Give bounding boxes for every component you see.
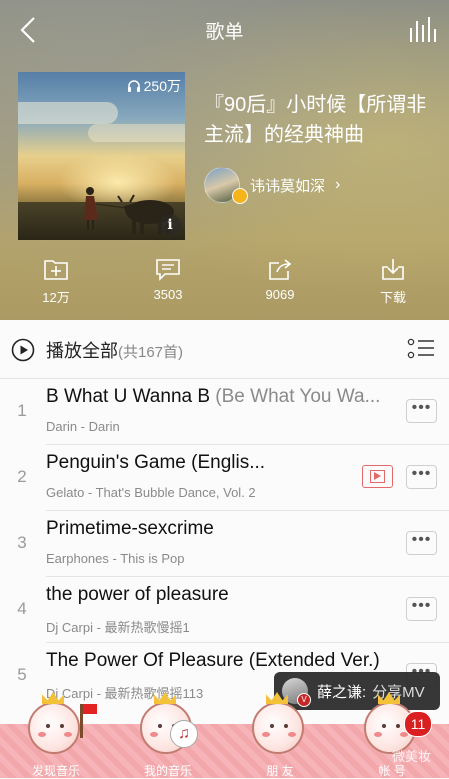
creator-name: 讳讳莫如深 — [250, 177, 326, 195]
play-all-text: 播放全部 — [46, 341, 118, 361]
mascot-eye — [284, 724, 288, 728]
headphones-icon — [127, 80, 140, 92]
comment-icon — [156, 259, 180, 281]
song-title-text: the power of pleasure — [46, 584, 229, 605]
mascot-eye — [270, 724, 274, 728]
cover-cloud — [88, 124, 185, 142]
tab-discover-music[interactable]: 发现音乐 — [0, 692, 112, 778]
tab-label: 发现音乐 — [31, 764, 80, 778]
mascot-blush — [150, 732, 158, 737]
multi-select-icon[interactable] — [407, 338, 435, 360]
watermark: 微美妆 — [392, 749, 432, 764]
song-title: Penguin's Game (Englis... — [46, 452, 356, 474]
more-options-button[interactable]: ••• — [406, 531, 437, 555]
song-row[interactable]: 1 B What U Wanna B (Be What You Wa... Da… — [0, 379, 449, 445]
share-count: 9069 — [265, 287, 295, 302]
tab-label: 我的音乐 — [143, 764, 192, 778]
mascot-eye — [46, 724, 50, 728]
download-button[interactable]: 下载 — [353, 257, 433, 306]
mascot-icon — [28, 692, 80, 754]
tab-friends[interactable]: 朋 友 — [224, 692, 336, 778]
playlist-header: 歌单 250万 i 『90后』小时候【所谓非主流】的经典神曲 讳讳莫如深 › 1… — [0, 0, 449, 320]
creator-link[interactable]: 讳讳莫如深 › — [204, 167, 340, 203]
download-label: 下载 — [379, 290, 406, 305]
comment-button[interactable]: 3503 — [128, 257, 208, 302]
info-icon[interactable]: i — [159, 214, 181, 236]
song-title: The Power Of Pleasure (Extended Ver.) — [46, 650, 401, 672]
mascot-icon — [252, 692, 304, 754]
mascot-eye — [396, 724, 400, 728]
notification-badge: 11 — [404, 711, 432, 737]
comment-count: 3503 — [153, 287, 183, 302]
song-title-text: B What U Wanna B — [46, 386, 211, 407]
song-row[interactable]: 4 the power of pleasure Dj Carpi - 最新热歌慢… — [0, 577, 449, 643]
add-folder-icon — [44, 260, 68, 280]
mascot-eye — [60, 724, 64, 728]
playlist-cover[interactable]: 250万 i — [18, 72, 185, 240]
download-icon — [382, 259, 404, 280]
song-index: 4 — [17, 599, 27, 618]
vip-badge-icon — [232, 188, 248, 204]
play-all-button[interactable]: 播放全部(共167首) — [0, 320, 449, 379]
song-index: 3 — [17, 533, 27, 552]
mascot-eye — [158, 724, 162, 728]
more-options-button[interactable]: ••• — [406, 465, 437, 489]
mv-button[interactable] — [362, 465, 393, 488]
song-artist-album: Dj Carpi - 最新热歌慢摇113 — [46, 686, 204, 701]
song-title-text: Primetime-sexcrime — [46, 518, 214, 539]
mascot-blush — [64, 732, 72, 737]
action-bar: 12万 3503 9069 下载 — [0, 257, 449, 317]
more-options-button[interactable]: ••• — [406, 399, 437, 423]
share-notification[interactable]: V 薛之谦: 分享MV — [274, 672, 440, 710]
tab-label: 朋 友 — [266, 764, 294, 778]
favorite-count: 12万 — [42, 290, 70, 305]
tab-my-music[interactable]: ♫ 我的音乐 — [112, 692, 224, 778]
song-title: Primetime-sexcrime — [46, 518, 401, 540]
playlist-name[interactable]: 『90后』小时候【所谓非主流】的经典神曲 — [204, 90, 434, 150]
song-title-text: Penguin's Game (Englis... — [46, 452, 266, 473]
favorite-button[interactable]: 12万 — [16, 257, 96, 306]
song-artist-album: Gelato - That's Bubble Dance, Vol. 2 — [46, 485, 256, 500]
play-icon — [374, 472, 381, 480]
flag-icon — [80, 704, 97, 738]
song-artist-album: Dj Carpi - 最新热歌慢摇1 — [46, 620, 190, 635]
more-options-button[interactable]: ••• — [406, 597, 437, 621]
equalizer-icon — [410, 17, 436, 42]
song-row[interactable]: 2 Penguin's Game (Englis... Gelato - Tha… — [0, 445, 449, 511]
chevron-right-icon: › — [335, 176, 341, 193]
song-index: 5 — [17, 665, 27, 684]
play-circle-icon — [11, 338, 35, 362]
play-all-label: 播放全部(共167首) — [46, 337, 183, 363]
song-index: 2 — [17, 467, 27, 486]
song-title-text: The Power Of Pleasure (Extended Ver.) — [46, 650, 380, 671]
share-button[interactable]: 9069 — [240, 257, 320, 302]
song-title: the power of pleasure — [46, 584, 401, 606]
bottom-tab-bar: 发现音乐 ♫ 我的音乐 朋 友 帐 号 — [0, 692, 449, 778]
mascot-blush — [374, 732, 382, 737]
mascot-blush — [288, 732, 296, 737]
song-alias: (Be What You Wa... — [210, 386, 381, 407]
top-bar: 歌单 — [0, 0, 449, 60]
cover-cloud — [18, 102, 118, 124]
song-artist-album: Earphones - This is Pop — [46, 551, 185, 566]
share-icon — [269, 259, 292, 280]
song-index: 1 — [17, 401, 27, 420]
mascot-eye — [382, 724, 386, 728]
now-playing-button[interactable] — [407, 14, 437, 44]
mascot-blush — [38, 732, 46, 737]
play-count: 250万 — [127, 76, 181, 96]
song-count: (共167首) — [118, 344, 184, 361]
song-row[interactable]: 3 Primetime-sexcrime Earphones - This is… — [0, 511, 449, 577]
page-title: 歌单 — [205, 22, 244, 43]
notification-user: 薛之谦: — [317, 683, 367, 701]
music-note-icon: ♫ — [170, 720, 198, 748]
song-title: B What U Wanna B (Be What You Wa... — [46, 386, 401, 408]
song-artist-album: Darin - Darin — [46, 419, 120, 434]
mascot-blush — [262, 732, 270, 737]
play-count-value: 250万 — [143, 78, 181, 94]
verified-badge-icon: V — [297, 693, 311, 707]
